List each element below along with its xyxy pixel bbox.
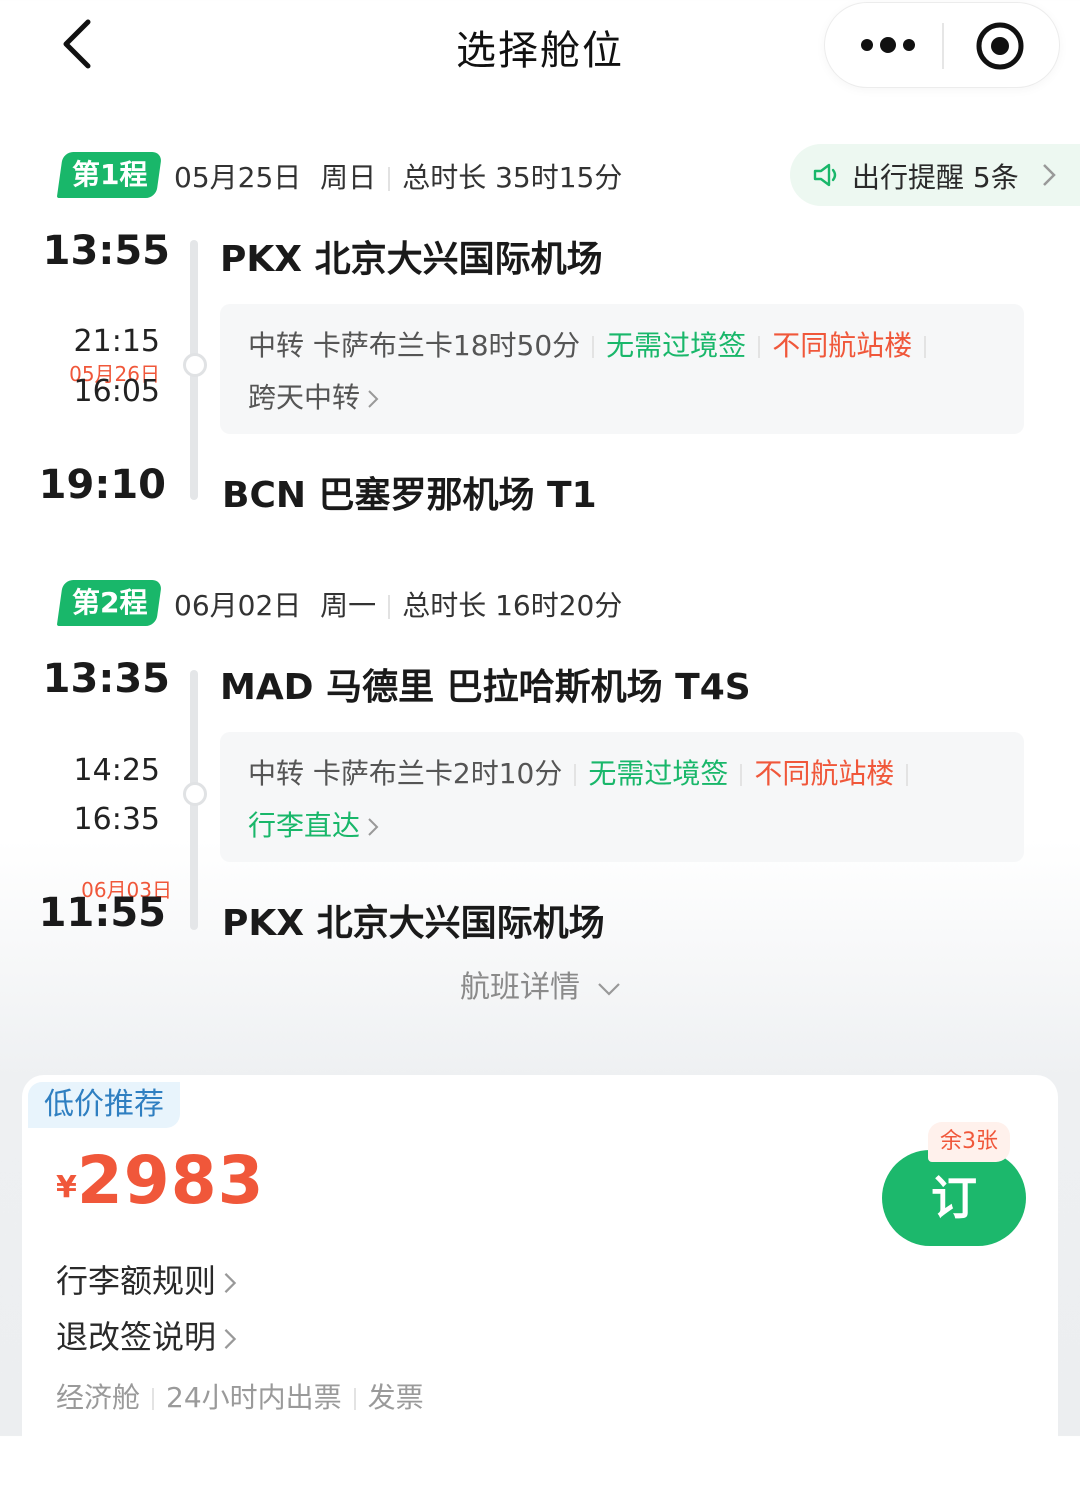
terminal-tag: 不同航站楼 [754,757,895,790]
baggage-through-label: 行李直达 [248,809,361,842]
divider [758,336,761,358]
price-value: 2983 [76,1142,265,1219]
target-icon [976,22,1024,70]
divider [388,595,391,619]
transfer-arrive-time: 21:15 [73,324,160,359]
leg-date: 06月02日 [174,589,302,622]
divider [388,167,391,191]
overnight-transfer-link[interactable]: 跨天中转 [248,376,380,416]
leg-meta: 06月02日 周一 总时长 16时20分 [174,584,622,624]
depart-airport: MAD 马德里 巴拉哈斯机场 T4S [220,667,751,708]
leg-duration: 总时长 16时20分 [402,589,623,622]
ticketing-time: 24小时内出票 [166,1381,342,1414]
timeline-dot [183,353,207,377]
speaker-icon [813,163,837,187]
divider [924,336,927,358]
leg-badge: 第1程 [56,152,163,198]
baggage-rule-link[interactable]: 行李额规则 [56,1256,238,1302]
flight-details-label: 航班详情 [460,970,580,1005]
baggage-rule-label: 行李额规则 [56,1262,217,1300]
divider [740,764,743,786]
divider [592,336,595,358]
book-button[interactable]: 订 [882,1150,1026,1246]
transfer-text: 中转 卡萨布兰卡2时10分 [248,757,563,790]
transfer-info: 中转 卡萨布兰卡18时50分 无需过境签 不同航站楼 跨天中转 [220,304,1024,434]
divider [906,764,909,786]
chevron-down-icon [597,982,620,996]
visa-tag: 无需过境签 [588,757,729,790]
arrive-airport: BCN 巴塞罗那机场 T1 [222,475,597,516]
fare-meta: 经济舱 24小时内出票 发票 [56,1376,424,1416]
mini-program-capsule [824,2,1060,88]
cabin-class: 经济舱 [56,1381,141,1414]
transfer-depart-time: 16:35 [73,802,160,837]
divider [152,1388,155,1410]
leg-weekday: 周一 [320,589,377,622]
capsule-divider [942,23,944,69]
transfer-info: 中转 卡萨布兰卡2时10分 无需过境签 不同航站楼 行李直达 [220,732,1024,862]
chevron-right-icon [1043,164,1056,186]
leg-meta: 05月25日 周日 总时长 35时15分 [174,156,622,196]
leg-date: 05月25日 [174,161,302,194]
leg-weekday: 周日 [320,161,377,194]
change-rule-label: 退改签说明 [56,1318,217,1356]
divider [353,1388,356,1410]
depart-time: 13:35 [42,656,170,702]
price-currency: ¥ [56,1170,77,1205]
arrive-time: 11:55 [38,890,166,936]
price: ¥2983 [56,1142,265,1219]
depart-airport: PKX 北京大兴国际机场 [220,239,603,280]
visa-tag: 无需过境签 [606,329,747,362]
more-button[interactable] [855,25,925,65]
flight-details-toggle[interactable]: 航班详情 [460,962,622,1006]
reminder-label: 出行提醒 5条 [852,161,1019,194]
transfer-arrive-time: 14:25 [73,753,160,788]
remaining-seats-badge: 余3张 [928,1122,1010,1162]
terminal-tag: 不同航站楼 [772,329,913,362]
baggage-through-link[interactable]: 行李直达 [248,804,380,844]
travel-reminder-button[interactable]: 出行提醒 5条 [790,144,1080,206]
close-miniprogram-button[interactable] [975,21,1025,71]
chevron-right-icon [224,1273,237,1293]
chevron-right-icon [224,1329,237,1349]
leg-badge: 第2程 [56,580,163,626]
chevron-right-icon [368,818,379,836]
transfer-text: 中转 卡萨布兰卡18时50分 [248,329,581,362]
more-dots-icon [861,37,915,53]
change-rule-link[interactable]: 退改签说明 [56,1312,238,1358]
depart-time: 13:55 [42,228,170,274]
transfer-depart-time: 16:05 [73,374,160,409]
chevron-right-icon [368,390,379,408]
arrive-time: 19:10 [38,462,166,508]
timeline-dot [183,782,207,806]
divider [574,764,577,786]
overnight-transfer-label: 跨天中转 [248,381,361,414]
arrive-airport: PKX 北京大兴国际机场 [222,903,605,944]
low-price-tag: 低价推荐 [28,1082,180,1128]
leg-duration: 总时长 35时15分 [402,161,623,194]
invoice-label: 发票 [367,1381,424,1414]
